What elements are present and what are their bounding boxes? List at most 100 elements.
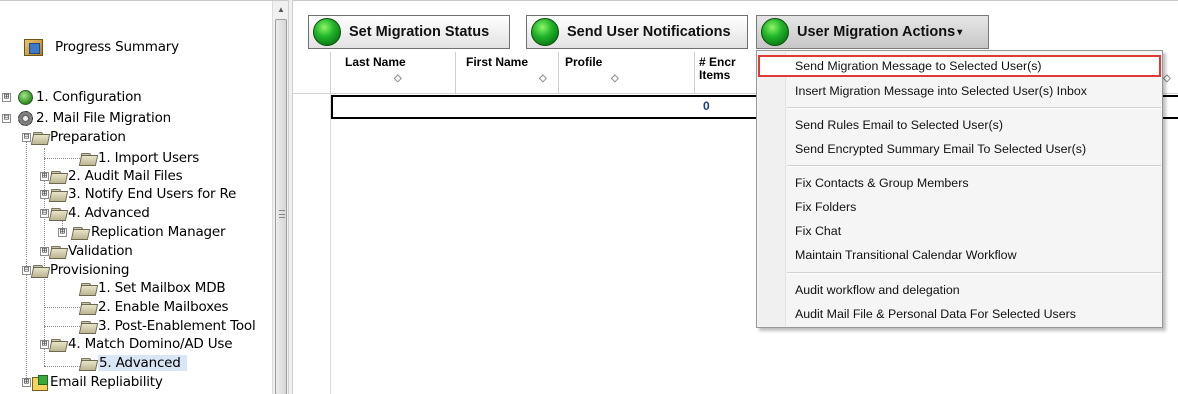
menu-item-send-encrypted-summary[interactable]: Send Encrypted Summary Email To Selected… bbox=[758, 138, 1161, 160]
tree-connector bbox=[44, 276, 45, 366]
gear-icon bbox=[18, 110, 33, 126]
tree-item-label: Progress Summary bbox=[55, 39, 179, 55]
expand-icon[interactable]: ⊞ bbox=[58, 228, 67, 237]
expand-icon[interactable]: ⊞ bbox=[40, 247, 49, 256]
column-header-label: Last Name bbox=[345, 55, 406, 69]
collapse-icon[interactable]: ⊟ bbox=[22, 133, 31, 142]
tree-item-validation[interactable]: Validation bbox=[50, 242, 133, 260]
folder-icon bbox=[50, 207, 67, 220]
navigation-tree-pane: Progress Summary ⊞ 1. Configuration ⊟ 2.… bbox=[0, 0, 288, 394]
sort-icon[interactable]: ◇ bbox=[539, 72, 547, 85]
scrollbar-grip-icon bbox=[279, 210, 285, 218]
tree-item-audit-mail-files[interactable]: 2. Audit Mail Files bbox=[50, 167, 183, 185]
folder-icon bbox=[32, 131, 49, 144]
tree-item-label: 5. Advanced bbox=[98, 355, 187, 371]
expand-icon[interactable]: ⊞ bbox=[2, 93, 11, 102]
tree-item-label: 2. Mail File Migration bbox=[36, 110, 172, 126]
set-migration-status-button[interactable]: Set Migration Status bbox=[308, 15, 510, 49]
menu-item-send-migration-message[interactable]: Send Migration Message to Selected User(… bbox=[758, 55, 1161, 77]
folder-icon bbox=[80, 357, 97, 370]
row-selector-header bbox=[293, 52, 331, 94]
column-header-label: First Name bbox=[466, 55, 529, 69]
button-label: Send User Notifications bbox=[567, 24, 731, 40]
globe-icon bbox=[18, 89, 33, 105]
tree-item-label: Validation bbox=[68, 243, 133, 259]
tree-item-progress-summary[interactable]: Progress Summary bbox=[24, 38, 179, 56]
menu-item-fix-contacts[interactable]: Fix Contacts & Group Members bbox=[758, 172, 1161, 194]
tree-item-label: 4. Match Domino/AD Use bbox=[68, 336, 233, 352]
tree-item-import-users[interactable]: 1. Import Users bbox=[80, 149, 199, 167]
expand-icon[interactable]: ⊞ bbox=[40, 190, 49, 199]
user-migration-actions-menu: Send Migration Message to Selected User(… bbox=[756, 50, 1163, 328]
button-label: Set Migration Status bbox=[349, 24, 490, 40]
tree-connector bbox=[26, 259, 27, 382]
email-repliability-icon bbox=[32, 374, 48, 391]
collapse-icon[interactable]: ⊟ bbox=[40, 209, 49, 218]
menu-item-fix-folders[interactable]: Fix Folders bbox=[758, 196, 1161, 218]
column-header-last-name[interactable]: Last Name ◇ bbox=[339, 52, 456, 94]
column-header-label: # Encr Items bbox=[699, 55, 736, 82]
folder-icon bbox=[50, 188, 67, 201]
send-user-notifications-button[interactable]: Send User Notifications bbox=[526, 15, 748, 49]
menu-item-audit-mail-file[interactable]: Audit Mail File & Personal Data For Sele… bbox=[758, 303, 1161, 325]
tree-item-label: 4. Advanced bbox=[68, 205, 150, 221]
scroll-up-arrow-icon[interactable]: ▲ bbox=[273, 1, 289, 18]
sort-icon[interactable]: ◇ bbox=[394, 72, 402, 85]
tree-item-provisioning-advanced[interactable]: 5. Advanced bbox=[80, 354, 187, 372]
tree-connector bbox=[44, 307, 80, 308]
green-status-icon bbox=[313, 18, 341, 46]
tree-item-post-enablement-tool[interactable]: 3. Post-Enablement Tool bbox=[80, 317, 256, 335]
collapse-icon[interactable]: ⊟ bbox=[22, 266, 31, 275]
row-selector-gutter bbox=[293, 94, 331, 394]
column-header-profile[interactable]: Profile ◇ bbox=[559, 52, 695, 94]
sort-icon[interactable]: ◇ bbox=[1163, 72, 1171, 85]
tree-connector bbox=[44, 158, 80, 159]
tree-item-enable-mailboxes[interactable]: 2. Enable Mailboxes bbox=[80, 298, 229, 316]
user-migration-actions-button[interactable]: User Migration Actions ▾ bbox=[756, 15, 989, 49]
tree-item-match-domino-ad-users[interactable]: 4. Match Domino/AD Use bbox=[50, 335, 233, 353]
menu-separator bbox=[787, 165, 1161, 167]
folder-icon bbox=[50, 338, 67, 351]
tree-item-preparation-advanced[interactable]: 4. Advanced bbox=[50, 204, 150, 222]
tree-connector bbox=[26, 133, 27, 257]
collapse-icon[interactable]: ⊟ bbox=[2, 114, 11, 123]
tree-vertical-scrollbar[interactable]: ▲ bbox=[272, 1, 288, 394]
folder-icon bbox=[80, 301, 97, 314]
tree-item-label: 3. Post-Enablement Tool bbox=[98, 318, 256, 334]
tree-item-provisioning[interactable]: Provisioning bbox=[32, 261, 129, 279]
folder-icon bbox=[50, 245, 67, 258]
expand-icon[interactable]: ⊞ bbox=[40, 340, 49, 349]
column-header-first-name[interactable]: First Name ◇ bbox=[460, 52, 559, 94]
tree-item-notify-end-users[interactable]: 3. Notify End Users for Re bbox=[50, 185, 236, 203]
chevron-down-icon: ▾ bbox=[957, 26, 963, 38]
encrypted-items-cell: 0 bbox=[703, 99, 710, 113]
menu-separator bbox=[787, 272, 1161, 274]
expand-icon[interactable]: ⊞ bbox=[40, 172, 49, 181]
sort-icon[interactable]: ◇ bbox=[611, 72, 619, 85]
tree-item-email-repliability[interactable]: Email Repliability bbox=[32, 373, 163, 391]
menu-separator bbox=[787, 107, 1161, 109]
tree-item-preparation[interactable]: Preparation bbox=[32, 128, 126, 146]
tree-item-replication-manager[interactable]: Replication Manager bbox=[72, 223, 226, 241]
green-status-icon bbox=[531, 18, 559, 46]
menu-item-insert-migration-message[interactable]: Insert Migration Message into Selected U… bbox=[758, 80, 1161, 102]
tree-connector bbox=[44, 366, 80, 367]
green-status-icon bbox=[761, 18, 789, 46]
tree-item-label: 1. Set Mailbox MDB bbox=[98, 280, 226, 296]
tree-item-label: 2. Audit Mail Files bbox=[68, 168, 183, 184]
tree-item-label: 1. Import Users bbox=[98, 150, 200, 166]
expand-icon[interactable]: ⊞ bbox=[22, 378, 31, 387]
menu-item-fix-chat[interactable]: Fix Chat bbox=[758, 220, 1161, 242]
action-toolbar: Set Migration Status Send User Notificat… bbox=[293, 1, 1178, 51]
tree-item-label: 3. Notify End Users for Re bbox=[68, 186, 237, 202]
tree-item-configuration[interactable]: 1. Configuration bbox=[18, 88, 142, 106]
menu-item-audit-workflow[interactable]: Audit workflow and delegation bbox=[758, 279, 1161, 301]
tree-item-label: Email Repliability bbox=[50, 374, 163, 390]
folder-icon bbox=[50, 170, 67, 183]
menu-item-send-rules-email[interactable]: Send Rules Email to Selected User(s) bbox=[758, 114, 1161, 136]
tree-item-set-mailbox-mdb[interactable]: 1. Set Mailbox MDB bbox=[80, 279, 226, 297]
tree-item-mail-file-migration[interactable]: 2. Mail File Migration bbox=[18, 109, 171, 127]
menu-item-maintain-calendar-workflow[interactable]: Maintain Transitional Calendar Workflow bbox=[758, 244, 1161, 266]
column-header-encrypted-items[interactable]: # Encr Items bbox=[695, 52, 765, 94]
scrollbar-thumb[interactable] bbox=[275, 19, 287, 394]
